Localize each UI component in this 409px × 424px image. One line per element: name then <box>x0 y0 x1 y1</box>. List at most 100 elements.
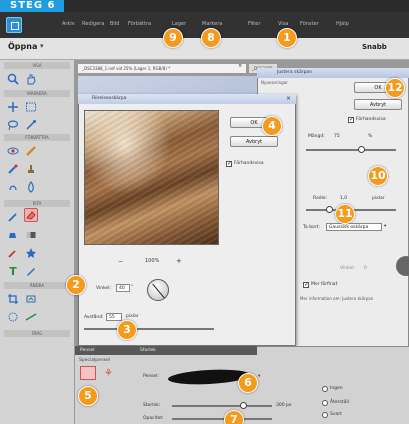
special-brush-label: Specialpensel <box>79 358 111 363</box>
brush-tool-icon[interactable] <box>6 210 20 224</box>
content-aware-move-tool-icon[interactable] <box>6 310 20 324</box>
magic-eraser-mode-icon[interactable]: ⚘ <box>104 368 116 380</box>
hand-tool-icon[interactable] <box>24 72 38 86</box>
smart-brush-tool-icon[interactable] <box>6 162 20 176</box>
pencil-tool-icon[interactable] <box>24 264 38 278</box>
tab-storlek[interactable]: Storlek <box>140 348 156 353</box>
radius-value[interactable]: 1,0 <box>340 196 347 201</box>
callout-10: 10 <box>368 166 388 186</box>
more-info-link[interactable]: Mer information om: Justera skärpan <box>300 296 373 301</box>
eraser-mode-icon[interactable] <box>80 366 96 380</box>
callout-4: 4 <box>262 116 282 136</box>
distance-slider-track[interactable] <box>84 328 214 330</box>
finer-checkbox[interactable] <box>303 281 309 288</box>
menu-fonster[interactable]: Fönster <box>300 21 319 27</box>
mode-snabb-button[interactable]: Snabb <box>362 43 387 51</box>
document-tab[interactable]: _DSC3388_1.nef vid 25% (Lager 1, RGB/8) … <box>77 63 247 74</box>
custom-shape-tool-icon[interactable] <box>24 246 38 260</box>
menu-arkiv[interactable]: Arkiv <box>62 21 75 27</box>
mode-radio-reset[interactable] <box>322 400 328 406</box>
open-button[interactable]: Öppna <box>8 42 37 51</box>
red-eye-tool-icon[interactable] <box>6 144 20 158</box>
mode-radio-black[interactable] <box>322 412 328 418</box>
menu-visa[interactable]: Visa <box>278 21 288 27</box>
tool-options-tabbar <box>75 346 257 355</box>
tools-section-andra: ÄNDRA <box>4 282 70 289</box>
amount-slider-track[interactable] <box>306 149 396 151</box>
menu-lager[interactable]: Lager <box>172 21 186 27</box>
right-preview-checkbox[interactable] <box>348 116 354 123</box>
angle-unit: ° <box>131 285 134 290</box>
tools-section-visa: VISA <box>4 62 70 69</box>
menu-hjalp[interactable]: Hjälp <box>336 21 349 27</box>
remove-select[interactable]: Gaussisk oskärpa <box>326 223 382 231</box>
opacity-slider-track[interactable] <box>172 418 272 420</box>
clone-stamp-tool-icon[interactable] <box>24 162 38 176</box>
close-icon[interactable]: × <box>238 63 242 69</box>
blur-preview-image[interactable] <box>84 110 219 245</box>
marquee-tool-icon[interactable] <box>24 100 38 114</box>
left-cancel-button[interactable]: Avbryt <box>230 136 278 147</box>
amount-slider-thumb[interactable] <box>358 146 365 153</box>
straighten-tool-icon[interactable] <box>24 310 38 324</box>
menu-forbattra[interactable]: Förbättra <box>128 21 151 27</box>
distance-label: Avstånd: <box>84 315 104 320</box>
close-icon[interactable]: × <box>286 95 291 102</box>
tools-section-forbattra: FÖRBÄTTRA <box>4 134 70 141</box>
color-picker-tool-icon[interactable] <box>6 246 20 260</box>
distance-unit: pixlar <box>126 314 139 319</box>
amount-value[interactable]: 75 <box>334 134 340 139</box>
size-label: Storlek: <box>143 403 161 408</box>
size-slider-thumb[interactable] <box>240 402 247 409</box>
menu-redigera[interactable]: Redigera <box>82 21 104 27</box>
eraser-tool-icon[interactable] <box>24 208 38 222</box>
size-slider-track[interactable] <box>172 405 272 407</box>
menu-markera[interactable]: Markera <box>202 21 222 27</box>
paint-bucket-tool-icon[interactable] <box>6 228 20 242</box>
zoom-tool-icon[interactable] <box>6 72 20 86</box>
tools-section-rita: RITA <box>4 200 70 207</box>
gradient-tool-icon[interactable] <box>24 228 38 242</box>
menu-filter[interactable]: Filter <box>248 21 260 27</box>
callout-11: 11 <box>335 204 355 224</box>
recompose-tool-icon[interactable] <box>24 292 38 306</box>
angle-dial[interactable] <box>147 279 169 301</box>
spot-healing-tool-icon[interactable] <box>24 144 38 158</box>
motion-blur-title[interactable]: Rörelseoskärpa <box>78 94 296 104</box>
sponge-tool-icon[interactable] <box>6 180 20 194</box>
radius-unit: pixlar <box>372 196 385 201</box>
tab-pensel[interactable]: Pensel <box>80 348 95 353</box>
app-logo-icon <box>6 17 22 33</box>
adjust-sharpness-title[interactable]: Justera skärpan <box>257 68 409 78</box>
angle-dial-right[interactable] <box>396 256 409 276</box>
right-preview-label: Förhandsvisa <box>356 117 386 122</box>
callout-1: 1 <box>277 28 297 48</box>
move-tool-icon[interactable] <box>6 100 20 114</box>
left-preview-checkbox[interactable] <box>226 160 232 167</box>
callout-2: 2 <box>66 275 86 295</box>
quick-selection-tool-icon[interactable] <box>24 118 38 132</box>
distance-input[interactable]: 55 <box>106 313 122 321</box>
tools-section-farg: FÄRG <box>4 330 70 337</box>
lasso-tool-icon[interactable] <box>6 118 20 132</box>
chevron-down-icon[interactable]: ▾ <box>384 224 386 229</box>
type-tool-icon[interactable]: T <box>6 264 20 278</box>
chevron-down-icon[interactable]: ▾ <box>258 374 260 379</box>
callout-7: 7 <box>224 410 244 424</box>
blur-tool-icon[interactable] <box>24 180 38 194</box>
brush-label: Pensel: <box>143 374 160 379</box>
angle-label: Vinkel: <box>96 286 112 291</box>
right-cancel-button[interactable]: Avbryt <box>354 99 402 110</box>
chevron-down-icon[interactable]: ▾ <box>40 42 44 50</box>
callout-3: 3 <box>117 320 137 340</box>
mode-radio-none[interactable] <box>322 386 328 392</box>
menu-bild[interactable]: Bild <box>110 21 119 27</box>
radius-slider-thumb[interactable] <box>326 206 333 213</box>
angle-input[interactable]: 40 <box>116 284 130 292</box>
tools-panel <box>0 60 75 424</box>
adjust-sharpness-section: Nyanseringar <box>261 80 288 85</box>
zoom-out-button[interactable]: − <box>118 258 123 265</box>
callout-9: 9 <box>163 28 183 48</box>
crop-tool-icon[interactable] <box>6 292 20 306</box>
zoom-in-button[interactable]: + <box>176 257 182 265</box>
